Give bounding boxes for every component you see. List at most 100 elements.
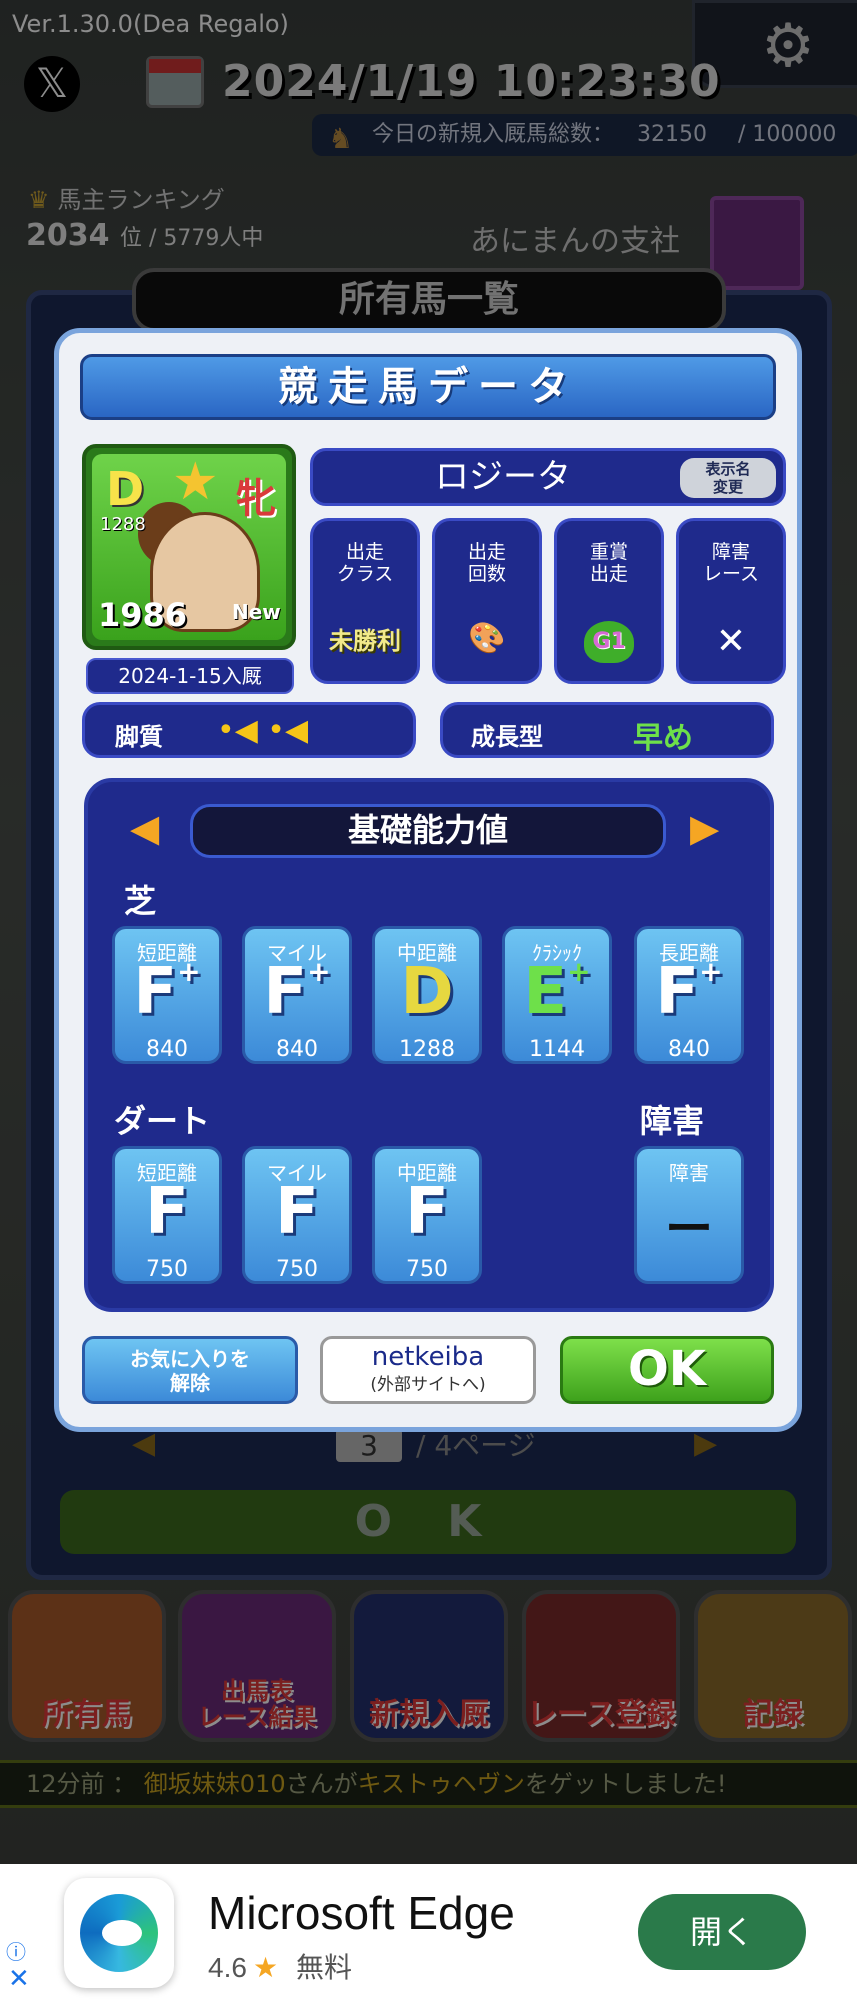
- page-number[interactable]: 3: [336, 1429, 402, 1462]
- rank-unit: 位 / 5779人中: [119, 226, 264, 251]
- running-style-label: 脚質: [115, 723, 163, 751]
- grade-plus: +: [177, 955, 201, 988]
- card-grade: D: [375, 955, 479, 1029]
- grade-letter: F: [655, 955, 700, 1029]
- app-screen: Ver.1.30.0(Dea Regalo) 𝕏 ⚙ 2024/1/19 10:…: [0, 0, 857, 2000]
- card-grade: E+: [505, 955, 609, 1029]
- news-horse: キストゥヘヴン: [357, 1770, 525, 1798]
- ok-button[interactable]: OK: [560, 1336, 774, 1404]
- stat-race-class: 出走 クラス 未勝利: [310, 518, 420, 684]
- ranking-title: 馬主ランキング: [57, 186, 225, 214]
- stat-label: 障害 レース: [702, 541, 760, 585]
- hurdle-card: 障害 ー: [634, 1146, 744, 1284]
- stat-value: ✕: [679, 621, 783, 662]
- running-style-value: •◀ •◀: [217, 713, 309, 748]
- rating-value: 4.6: [208, 1952, 247, 1983]
- growth-type-label: 成長型: [471, 723, 543, 751]
- ad-title: Microsoft Edge: [208, 1887, 515, 1939]
- ad-price: 無料: [296, 1952, 353, 1983]
- ranking-heading: ♛ 馬主ランキング: [28, 180, 225, 215]
- news-ticker: 12分前 ： 御坂妹妹010さんがキストゥヘヴンをゲットしました!: [0, 1760, 857, 1808]
- ad-open-button[interactable]: 開く: [638, 1894, 806, 1970]
- menu-race-register[interactable]: レース登録: [522, 1590, 680, 1742]
- horse-sex: 牝: [236, 476, 276, 522]
- netkeiba-sublabel: (外部サイトへ): [370, 1375, 486, 1395]
- grade-letter: F: [133, 955, 178, 1029]
- rename-button[interactable]: 表示名 変更: [680, 458, 776, 498]
- netkeiba-button[interactable]: netkeiba (外部サイトへ): [320, 1336, 536, 1404]
- card-value: 1144: [529, 1037, 585, 1062]
- star-icon: ★: [172, 452, 219, 512]
- owned-horses-title: 所有馬一覧: [132, 268, 726, 332]
- menu-label: 記録: [743, 1697, 803, 1732]
- modal-title: 競走馬データ: [80, 354, 776, 420]
- entry-date: 2024-1-15入厩: [86, 658, 294, 694]
- list-ok-button[interactable]: O K: [60, 1490, 796, 1554]
- turf-heading: 芝: [124, 882, 157, 920]
- close-icon[interactable]: ✕: [8, 1964, 30, 1994]
- dirt-heading: ダート: [114, 1102, 211, 1140]
- ranking-position: 2034 位 / 5779人中: [26, 218, 263, 253]
- unfavorite-label: お気に入りを 解除: [130, 1347, 250, 1395]
- news-suffix: をゲットしました!: [524, 1770, 727, 1798]
- turf-classic-card: ｸﾗｼｯｸ E+ 1144: [502, 926, 612, 1064]
- grade-letter: D: [400, 955, 454, 1029]
- card-grade: ー: [664, 1201, 713, 1257]
- stat-value-text: 未勝利: [329, 627, 401, 655]
- new-tag: New: [232, 600, 281, 624]
- running-style: 脚質 •◀ •◀: [82, 702, 416, 758]
- rename-label: 表示名 変更: [705, 460, 751, 496]
- grade-letter: F: [263, 955, 308, 1029]
- growth-type-value: 早め: [633, 721, 693, 756]
- x-share-button[interactable]: 𝕏: [24, 56, 80, 112]
- news-mid: さんが: [285, 1770, 358, 1798]
- netkeiba-label: netkeiba: [371, 1342, 485, 1372]
- card-value: 750: [406, 1257, 448, 1282]
- stat-race-count: 出走 回数 🎨: [432, 518, 542, 684]
- turf-middle-card: 中距離 D 1288: [372, 926, 482, 1064]
- menu-new-entry[interactable]: 新規入厩: [350, 1590, 508, 1742]
- card-label: 障害: [669, 1161, 709, 1185]
- card-value: 840: [146, 1037, 188, 1062]
- avatar[interactable]: [710, 196, 804, 290]
- new-horses-label: 今日の新規入厩馬総数：: [372, 122, 615, 147]
- hurdle-heading: 障害: [640, 1102, 705, 1140]
- card-value: 840: [276, 1037, 318, 1062]
- crown-icon: ♛: [28, 186, 50, 214]
- owner-name: あにまんの支社: [470, 224, 680, 259]
- dirt-middle-card: 中距離 F 750: [372, 1146, 482, 1284]
- menu-owned-horses[interactable]: 所有馬: [8, 1590, 166, 1742]
- card-grade: F: [145, 1175, 189, 1249]
- palette-icon: 🎨: [468, 621, 506, 656]
- stat-label: 出走 クラス: [336, 541, 394, 585]
- calendar-icon: [146, 56, 204, 108]
- stat-label: 重賞 出走: [589, 541, 628, 585]
- ability-next-arrow-icon[interactable]: ▶: [690, 806, 719, 850]
- g1-badge-icon: G1: [584, 621, 634, 663]
- menu-race-card[interactable]: 出馬表 レース結果: [178, 1590, 336, 1742]
- card-grade: F+: [115, 955, 219, 1029]
- news-prefix: 12分前 ：: [26, 1770, 144, 1798]
- ability-title: 基礎能力値: [190, 804, 666, 858]
- gear-icon[interactable]: ⚙: [756, 14, 820, 78]
- grade-plus: +: [567, 955, 591, 988]
- horse-portrait: D 1288 ★ 牝 1986 New: [82, 444, 296, 650]
- card-grade: F: [405, 1175, 449, 1249]
- ability-prev-arrow-icon[interactable]: ◀: [130, 806, 159, 850]
- new-horses-max: / 100000: [738, 122, 837, 147]
- stat-label: 出走 回数: [467, 541, 506, 585]
- version-label: Ver.1.30.0(Dea Regalo): [12, 10, 289, 38]
- turf-mile-card: マイル F+ 840: [242, 926, 352, 1064]
- edge-app-icon: [64, 1878, 174, 1988]
- info-icon[interactable]: ⓘ: [6, 1936, 26, 1965]
- card-value: 840: [668, 1037, 710, 1062]
- new-horses-count: 32150: [637, 122, 708, 147]
- edge-logo-icon: [80, 1894, 158, 1972]
- ad-banner[interactable]: ⓘ ✕ Microsoft Edge 4.6 ★ 無料 開く: [0, 1864, 857, 2000]
- current-datetime: 2024/1/19 10:23:30: [222, 56, 721, 107]
- menu-records[interactable]: 記録: [694, 1590, 852, 1742]
- star-icon: ★: [252, 1952, 279, 1983]
- menu-label: 新規入厩: [369, 1697, 489, 1732]
- grade-plus: +: [307, 955, 331, 988]
- unfavorite-button[interactable]: お気に入りを 解除: [82, 1336, 298, 1404]
